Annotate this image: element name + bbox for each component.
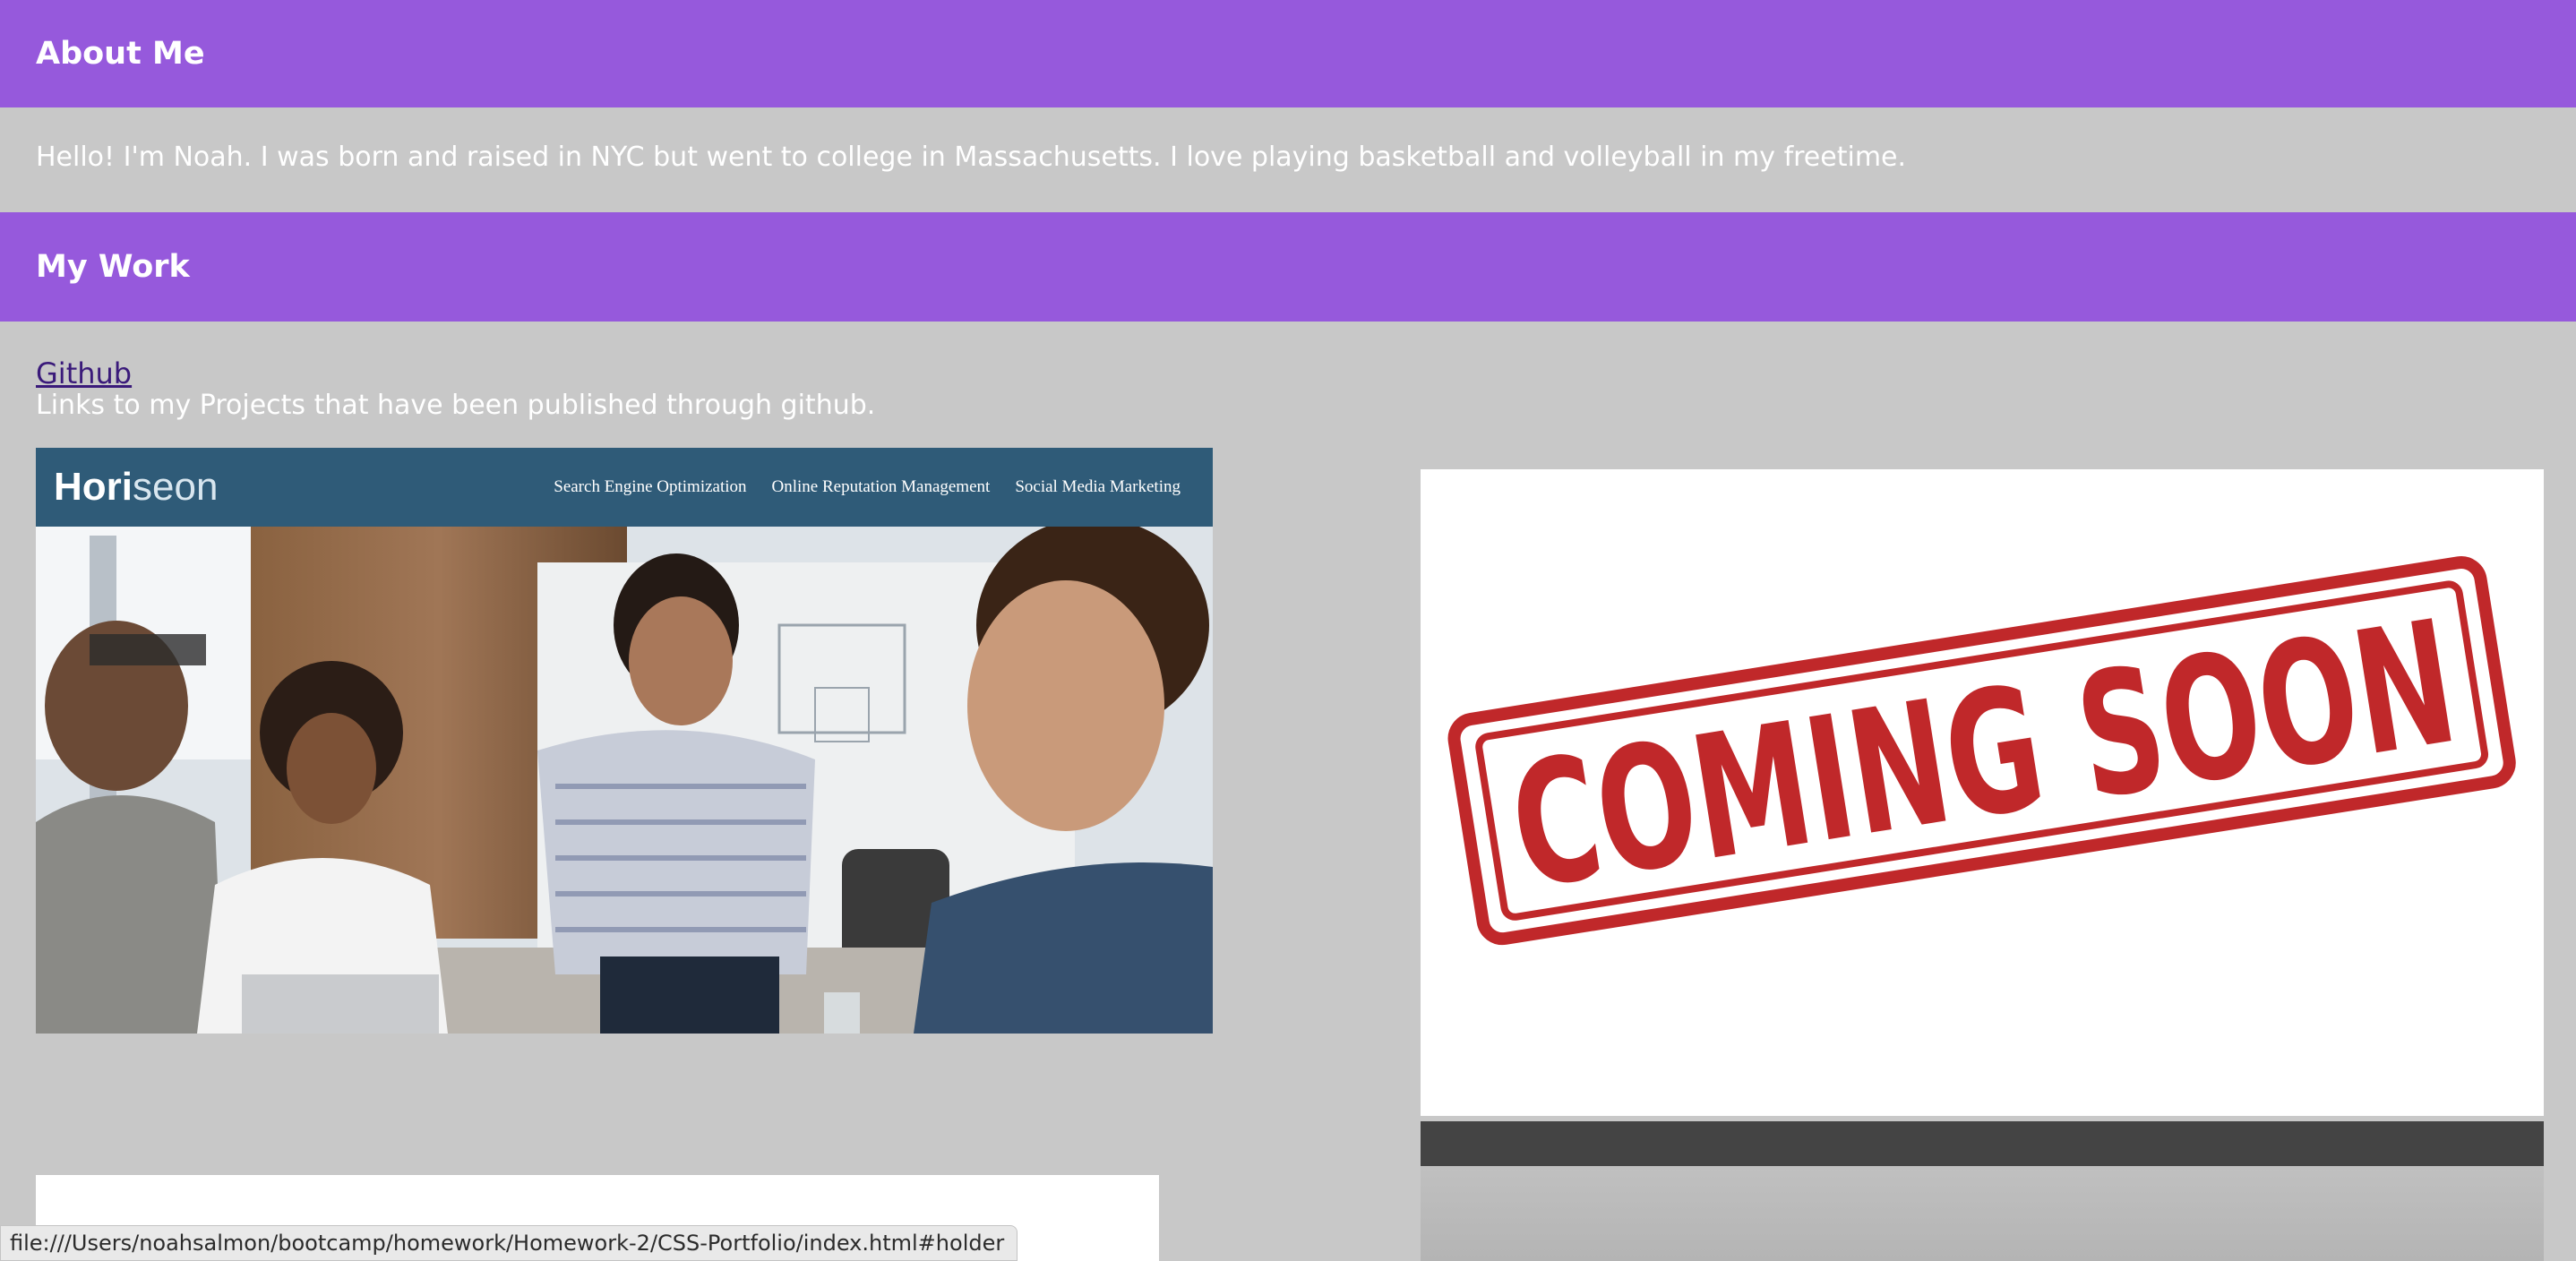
coming-soon-lower-area xyxy=(1421,1166,2544,1261)
team-meeting-photo xyxy=(36,527,1213,1034)
coming-soon-stamp-icon: COMING SOON xyxy=(1447,556,2516,946)
my-work-heading: My Work xyxy=(36,249,190,285)
coming-soon-footer-bar xyxy=(1421,1121,2544,1166)
horiseon-nav-reputation: Online Reputation Management xyxy=(771,477,991,496)
about-me-heading: About Me xyxy=(36,36,205,72)
my-work-header: My Work xyxy=(0,212,2576,322)
coming-soon-card[interactable]: COMING SOON xyxy=(1421,469,2544,1116)
status-url: file:///Users/noahsalmon/bootcamp/homewo… xyxy=(10,1231,1005,1256)
link-status-bar: file:///Users/noahsalmon/bootcamp/homewo… xyxy=(0,1225,1018,1261)
horiseon-project-card[interactable]: Horiseon Search Engine Optimization Onli… xyxy=(36,448,1213,1034)
horiseon-nav-seo: Search Engine Optimization xyxy=(554,477,747,496)
about-me-text: Hello! I'm Noah. I was born and raised i… xyxy=(36,142,1907,173)
github-description: Links to my Projects that have been publ… xyxy=(36,390,876,421)
github-link[interactable]: Github xyxy=(36,356,132,390)
horiseon-nav-social: Social Media Marketing xyxy=(1015,477,1181,496)
about-me-header: About Me xyxy=(0,0,2576,107)
horiseon-nav-bar: Horiseon Search Engine Optimization Onli… xyxy=(36,448,1213,527)
horiseon-logo: Horiseon xyxy=(54,465,219,509)
